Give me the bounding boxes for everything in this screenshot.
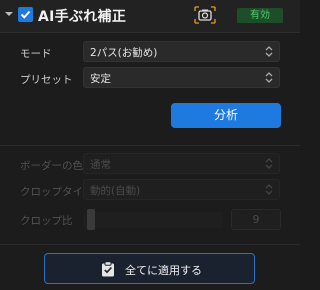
crop-ratio-slider[interactable] (83, 212, 223, 228)
clipboard-check-icon (102, 261, 114, 277)
panel-header: AI手ぶれ補正 有効 (0, 0, 300, 33)
updown-icon (265, 184, 273, 195)
mode-label: モード (20, 48, 52, 60)
apply-all-label: 全てに適用する (125, 264, 202, 277)
apply-all-button[interactable]: 全てに適用する (44, 253, 255, 284)
crop-type-value: 動的(自動) (90, 185, 141, 197)
border-color-label: ボーダーの色 (20, 160, 83, 172)
crop-ratio-label: クロップ比 (20, 215, 73, 227)
crop-type-select[interactable]: 動的(自動) (83, 179, 280, 200)
preset-label: プリセット (20, 74, 73, 86)
border-color-select[interactable]: 通常 (83, 153, 280, 174)
chevron-down-icon[interactable] (5, 10, 13, 18)
mode-value: 2パス(お勧め) (90, 47, 158, 59)
footer-divider (0, 244, 300, 245)
mode-select[interactable]: 2パス(お勧め) (83, 41, 280, 62)
camera-icon[interactable] (193, 6, 217, 24)
border-color-value: 通常 (90, 159, 111, 171)
updown-icon (265, 46, 273, 57)
divider (0, 145, 300, 146)
preset-select[interactable]: 安定 (83, 67, 280, 88)
updown-icon (265, 158, 273, 169)
preset-value: 安定 (90, 73, 111, 85)
crop-ratio-input[interactable]: 9 (231, 209, 281, 230)
slider-handle[interactable] (87, 209, 95, 230)
analyze-button[interactable]: 分析 (171, 103, 281, 128)
updown-icon (265, 72, 273, 83)
status-badge: 有効 (237, 8, 283, 23)
panel-title: AI手ぶれ補正 (38, 9, 127, 25)
check-icon (20, 10, 31, 19)
enable-checkbox[interactable] (18, 7, 33, 22)
